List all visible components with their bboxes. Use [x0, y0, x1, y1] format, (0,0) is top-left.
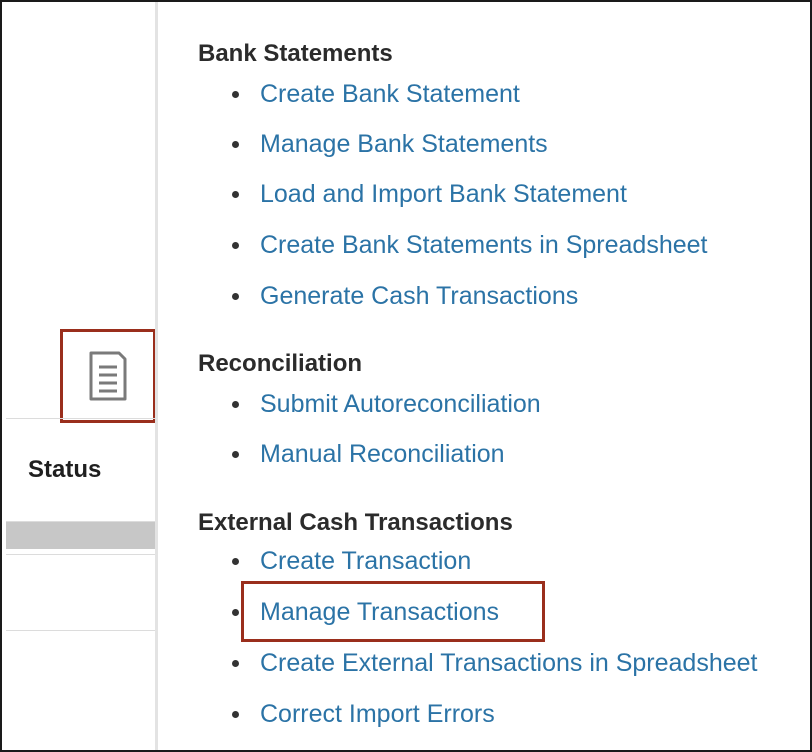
bullet — [232, 90, 239, 98]
table-row-selected[interactable] — [6, 522, 156, 549]
manual-reconciliation-link[interactable]: Manual Reconciliation — [260, 440, 505, 469]
document-list-icon — [89, 351, 127, 401]
group-title-reconciliation: Reconciliation — [198, 350, 363, 377]
bullet — [232, 710, 239, 718]
task-item: Create Transaction — [232, 545, 471, 577]
pane-divider[interactable] — [155, 2, 158, 750]
bullet — [232, 608, 239, 616]
bullet — [232, 140, 239, 148]
task-item: Manual Reconciliation — [232, 438, 505, 470]
tasks-panel-button[interactable] — [60, 329, 156, 423]
task-item: Create Bank Statement — [232, 78, 520, 110]
task-item: Manage Transactions — [232, 596, 499, 628]
task-item: Generate Cash Transactions — [232, 280, 578, 312]
bullet — [232, 292, 239, 300]
table-row-divider — [6, 554, 156, 555]
bullet — [232, 557, 239, 565]
task-item: Load and Import Bank Statement — [232, 178, 627, 210]
create-transaction-link[interactable]: Create Transaction — [260, 547, 471, 576]
left-pane: Status — [2, 2, 156, 750]
status-column-header: Status — [28, 456, 102, 483]
create-external-transactions-spreadsheet-link[interactable]: Create External Transactions in Spreadsh… — [260, 649, 758, 678]
bullet — [232, 400, 239, 408]
table-header-divider — [6, 418, 156, 419]
task-item: Submit Autoreconciliation — [232, 388, 541, 420]
task-item: Create External Transactions in Spreadsh… — [232, 647, 758, 679]
task-item: Manage Bank Statements — [232, 128, 548, 160]
manage-transactions-link[interactable]: Manage Transactions — [260, 598, 499, 627]
group-title-bank-statements: Bank Statements — [198, 40, 393, 67]
task-item: Correct Import Errors — [232, 698, 495, 730]
generate-cash-transactions-link[interactable]: Generate Cash Transactions — [260, 282, 578, 311]
bullet — [232, 241, 239, 249]
manage-bank-statements-link[interactable]: Manage Bank Statements — [260, 130, 548, 159]
screenshot-frame: Status Bank Statements Create Bank State… — [0, 0, 812, 752]
task-item: Create Bank Statements in Spreadsheet — [232, 229, 708, 261]
bullet — [232, 659, 239, 667]
submit-autoreconciliation-link[interactable]: Submit Autoreconciliation — [260, 390, 541, 419]
correct-import-errors-link[interactable]: Correct Import Errors — [260, 700, 495, 729]
create-bank-statement-link[interactable]: Create Bank Statement — [260, 80, 520, 109]
create-bank-statements-spreadsheet-link[interactable]: Create Bank Statements in Spreadsheet — [260, 231, 708, 260]
table-row-divider — [6, 630, 156, 631]
bullet — [232, 450, 239, 458]
bullet — [232, 190, 239, 198]
group-title-external-cash-transactions: External Cash Transactions — [198, 509, 513, 536]
load-import-bank-statement-link[interactable]: Load and Import Bank Statement — [260, 180, 627, 209]
